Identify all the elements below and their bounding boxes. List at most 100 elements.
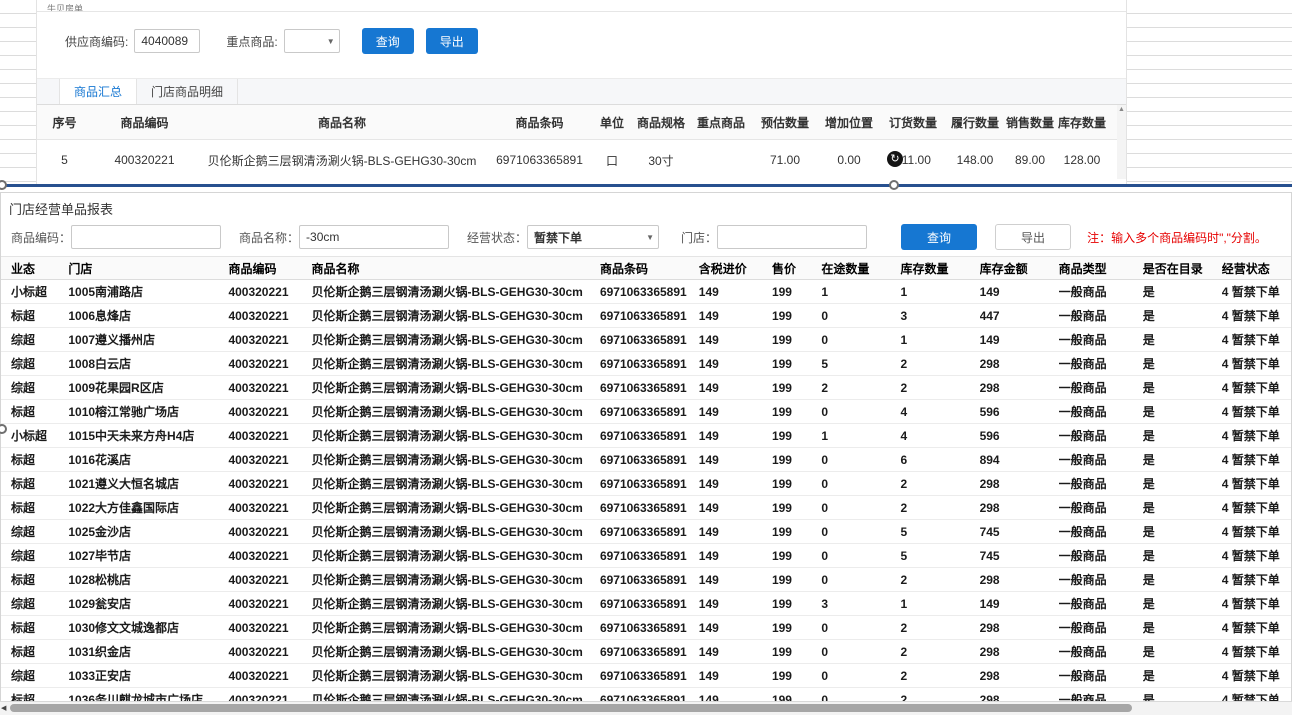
cell: 2 <box>900 621 979 635</box>
table-row[interactable]: 综超 1009花果园R区店 400320221 贝伦斯企鹅三层钢清汤涮火锅-BL… <box>1 376 1291 400</box>
table-row[interactable]: 小标超 1015中天未来方舟H4店 400320221 贝伦斯企鹅三层钢清汤涮火… <box>1 424 1291 448</box>
vertical-scrollbar[interactable]: ▲ <box>1117 105 1126 179</box>
cell: 149 <box>699 381 772 395</box>
supplier-code-label: 供应商编码: <box>65 33 128 50</box>
cell: 一般商品 <box>1059 355 1143 372</box>
rotate-handle-icon[interactable]: ↻ <box>887 151 903 167</box>
column-header: 商品名称 <box>197 114 487 131</box>
cell: 是 <box>1143 451 1222 468</box>
cell: 149 <box>699 501 772 515</box>
cell: 贝伦斯企鹅三层钢清汤涮火锅-BLS-GEHG30-30cm <box>311 523 599 540</box>
cell: 0 <box>821 525 900 539</box>
product-name-label: 商品名称： <box>239 229 299 246</box>
summary-table-header: 序号商品编码商品名称商品条码单位商品规格重点商品预估数量增加位置订货数量履行数量… <box>37 105 1126 140</box>
column-header: 经营状态 <box>1222 260 1291 277</box>
column-header: 商品条码 <box>487 114 592 131</box>
cell: 4 暂禁下单 <box>1222 547 1291 564</box>
table-row[interactable]: 标超 1021遵义大恒名城店 400320221 贝伦斯企鹅三层钢清汤涮火锅-B… <box>1 472 1291 496</box>
cell: 0 <box>821 453 900 467</box>
bottom-query-form: 商品编码： 商品名称： 经营状态： 暂禁下单 ▼ 门店： 查询 导出 注：输入多… <box>1 222 1291 252</box>
cell: 标超 <box>11 571 68 588</box>
cell: 小标超 <box>11 283 68 300</box>
cell: 894 <box>980 453 1059 467</box>
cell: 是 <box>1143 571 1222 588</box>
table-row[interactable]: 小标超 1005南浦路店 400320221 贝伦斯企鹅三层钢清汤涮火锅-BLS… <box>1 280 1291 304</box>
cell: 3 <box>900 309 979 323</box>
supplier-code-input[interactable] <box>134 29 200 53</box>
cell: 149 <box>699 453 772 467</box>
cell: 贝伦斯企鹅三层钢清汤涮火锅-BLS-GEHG30-30cm <box>311 451 599 468</box>
cell: 标超 <box>11 451 68 468</box>
column-header: 序号 <box>37 114 92 131</box>
bottom-export-button[interactable]: 导出 <box>995 224 1071 250</box>
column-header: 商品条码 <box>600 260 699 277</box>
split-divider[interactable] <box>0 184 1292 187</box>
store-label: 门店： <box>681 229 717 246</box>
cell: 贝伦斯企鹅三层钢清汤涮火锅-BLS-GEHG30-30cm <box>311 403 599 420</box>
cell: 149 <box>699 333 772 347</box>
cell: 0.00 <box>818 153 880 167</box>
cell: 贝伦斯企鹅三层钢清汤涮火锅-BLS-GEHG30-30cm <box>197 152 487 169</box>
cell: 0 <box>821 405 900 419</box>
table-row[interactable]: 综超 1033正安店 400320221 贝伦斯企鹅三层钢清汤涮火锅-BLS-G… <box>1 664 1291 688</box>
horizontal-scrollbar[interactable]: ◀ <box>0 701 1292 715</box>
product-code-input[interactable] <box>71 225 221 249</box>
cell: 一般商品 <box>1059 667 1143 684</box>
table-row[interactable]: 综超 1025金沙店 400320221 贝伦斯企鹅三层钢清汤涮火锅-BLS-G… <box>1 520 1291 544</box>
cell: 400320221 <box>228 333 311 347</box>
cell: 6971063365891 <box>600 597 699 611</box>
scroll-up-icon[interactable]: ▲ <box>1117 105 1126 115</box>
cell: 0 <box>821 333 900 347</box>
top-tab-bar: 商品汇总 门店商品明细 <box>37 78 1126 105</box>
table-row[interactable]: 标超 1022大方佳鑫国际店 400320221 贝伦斯企鹅三层钢清汤涮火锅-B… <box>1 496 1291 520</box>
column-header: 库存数量 <box>1056 114 1108 131</box>
table-row[interactable]: 综超 1008白云店 400320221 贝伦斯企鹅三层钢清汤涮火锅-BLS-G… <box>1 352 1291 376</box>
status-select[interactable]: 暂禁下单 ▼ <box>527 225 659 249</box>
table-row[interactable]: 综超 1007遵义播州店 400320221 贝伦斯企鹅三层钢清汤涮火锅-BLS… <box>1 328 1291 352</box>
cell: 199 <box>772 285 821 299</box>
table-row[interactable]: 综超 1027毕节店 400320221 贝伦斯企鹅三层钢清汤涮火锅-BLS-G… <box>1 544 1291 568</box>
cell: 0 <box>821 549 900 563</box>
column-header: 商品类型 <box>1059 260 1143 277</box>
cell: 6971063365891 <box>600 573 699 587</box>
store-input[interactable] <box>717 225 867 249</box>
cell: 4 暂禁下单 <box>1222 403 1291 420</box>
key-product-select[interactable]: ▼ <box>284 29 340 53</box>
cell: 2 <box>900 669 979 683</box>
table-row[interactable]: 5 400320221 贝伦斯企鹅三层钢清汤涮火锅-BLS-GEHG30-30c… <box>37 140 1126 180</box>
cell: 口 <box>592 152 632 169</box>
cell: 是 <box>1143 283 1222 300</box>
cell: 一般商品 <box>1059 283 1143 300</box>
column-header: 业态 <box>11 260 68 277</box>
table-row[interactable]: 标超 1031织金店 400320221 贝伦斯企鹅三层钢清汤涮火锅-BLS-G… <box>1 640 1291 664</box>
table-row[interactable]: 标超 1028松桃店 400320221 贝伦斯企鹅三层钢清汤涮火锅-BLS-G… <box>1 568 1291 592</box>
top-export-button[interactable]: 导出 <box>426 28 478 54</box>
top-query-button[interactable]: 查询 <box>362 28 414 54</box>
column-header: 销售数量 <box>1004 114 1056 131</box>
cell: 1 <box>900 285 979 299</box>
table-row[interactable]: 标超 1006息烽店 400320221 贝伦斯企鹅三层钢清汤涮火锅-BLS-G… <box>1 304 1291 328</box>
scroll-left-icon[interactable]: ◀ <box>1 703 6 715</box>
table-row[interactable]: 综超 1029瓮安店 400320221 贝伦斯企鹅三层钢清汤涮火锅-BLS-G… <box>1 592 1291 616</box>
cell: 128.00 <box>1056 153 1108 167</box>
column-header: 重点商品 <box>690 114 752 131</box>
cell: 199 <box>772 405 821 419</box>
cell: 贝伦斯企鹅三层钢清汤涮火锅-BLS-GEHG30-30cm <box>311 307 599 324</box>
cell: 贝伦斯企鹅三层钢清汤涮火锅-BLS-GEHG30-30cm <box>311 619 599 636</box>
table-row[interactable]: 标超 1016花溪店 400320221 贝伦斯企鹅三层钢清汤涮火锅-BLS-G… <box>1 448 1291 472</box>
product-name-input[interactable] <box>299 225 449 249</box>
divider-handle-left[interactable] <box>0 180 7 190</box>
summary-table: 序号商品编码商品名称商品条码单位商品规格重点商品预估数量增加位置订货数量履行数量… <box>37 105 1126 180</box>
bottom-query-button[interactable]: 查询 <box>901 224 977 250</box>
scrollbar-thumb[interactable] <box>10 704 1132 712</box>
tab-store-product-detail[interactable]: 门店商品明细 <box>137 79 238 104</box>
cell: 199 <box>772 453 821 467</box>
cell: 贝伦斯企鹅三层钢清汤涮火锅-BLS-GEHG30-30cm <box>311 547 599 564</box>
column-header: 库存数量 <box>900 260 979 277</box>
table-row[interactable]: 标超 1030修文文城逸都店 400320221 贝伦斯企鹅三层钢清汤涮火锅-B… <box>1 616 1291 640</box>
tab-product-summary[interactable]: 商品汇总 <box>59 79 137 104</box>
table-row[interactable]: 标超 1010榕江常驰广场店 400320221 贝伦斯企鹅三层钢清汤涮火锅-B… <box>1 400 1291 424</box>
divider-handle-mid[interactable] <box>889 180 899 190</box>
cell: 1025金沙店 <box>68 523 228 540</box>
summary-table-body: 5 400320221 贝伦斯企鹅三层钢清汤涮火锅-BLS-GEHG30-30c… <box>37 140 1126 180</box>
